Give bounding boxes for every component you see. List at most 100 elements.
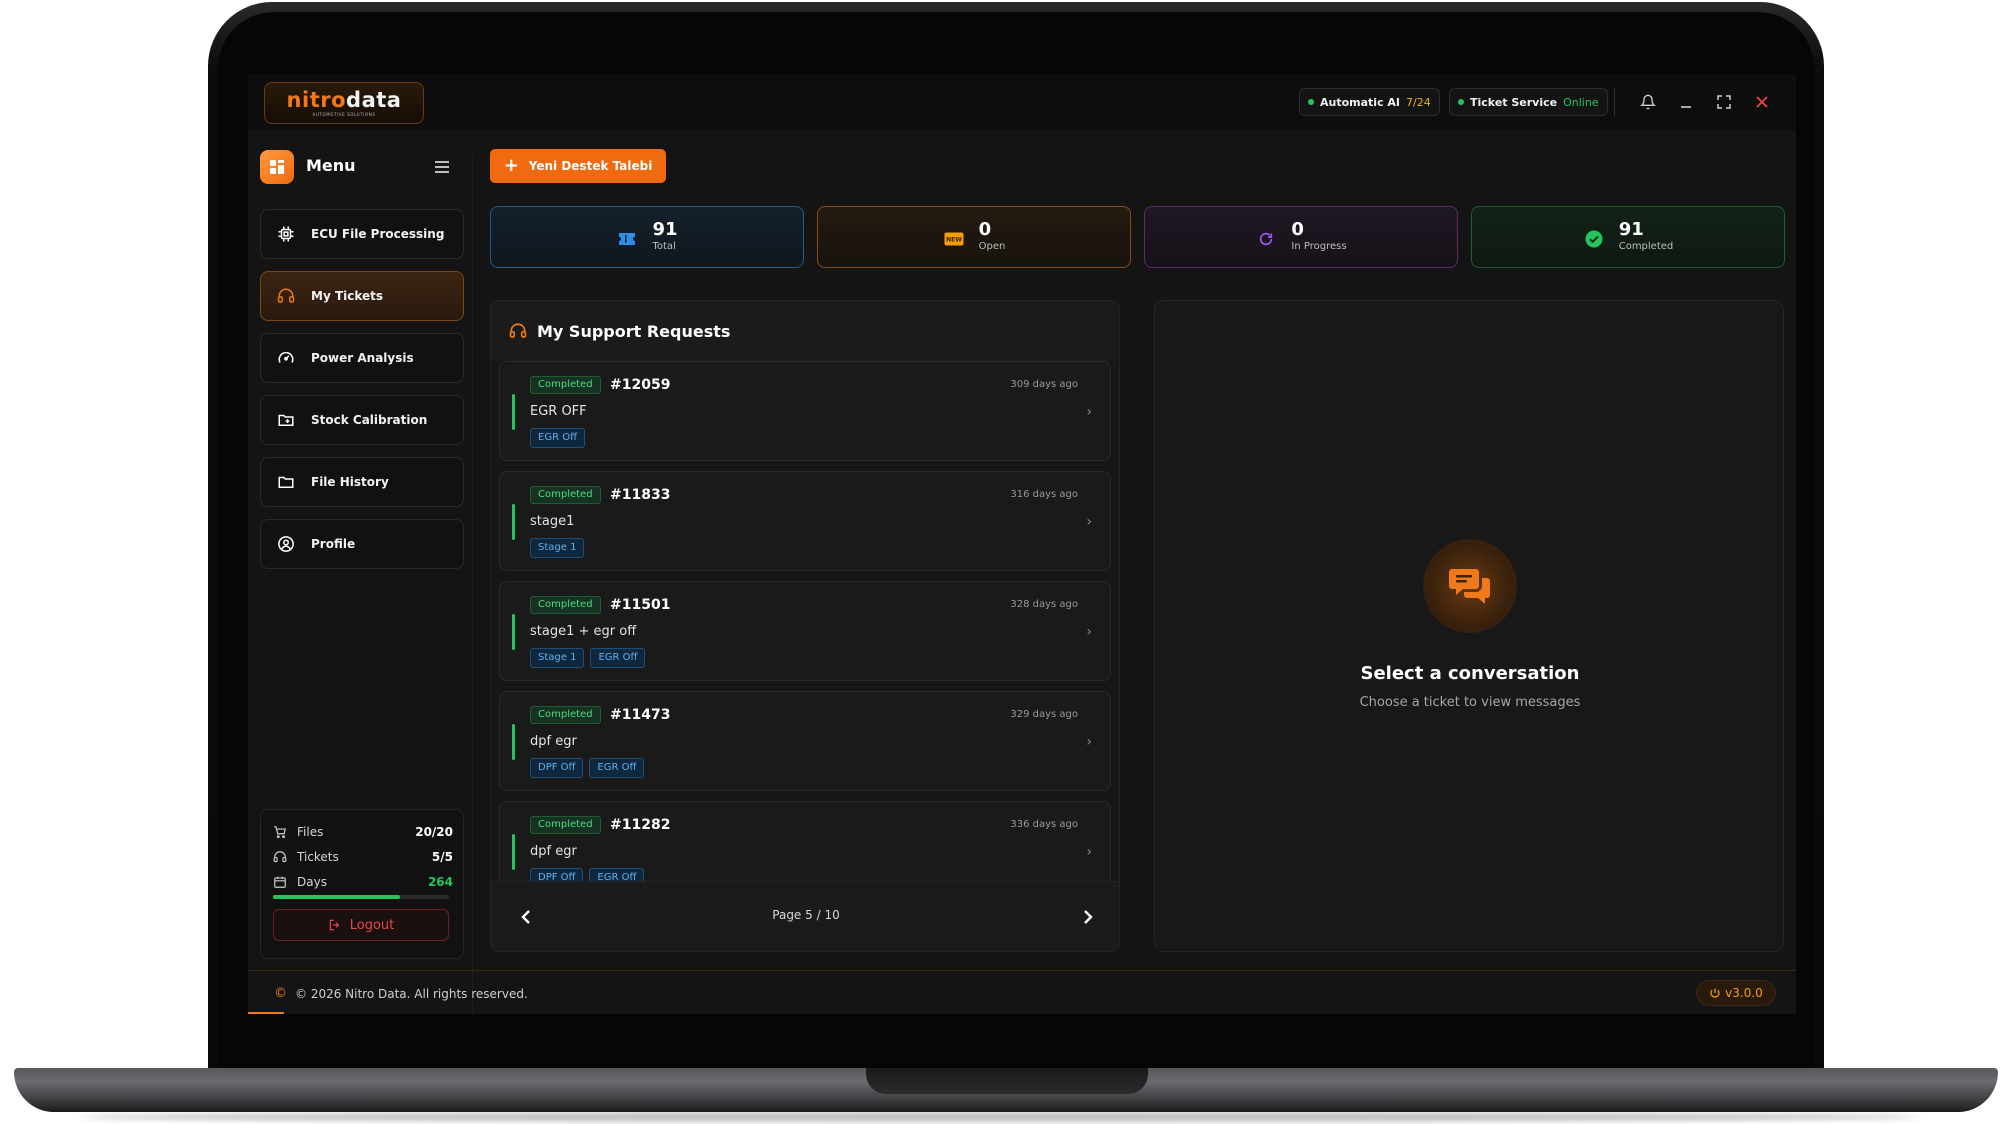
bell-icon[interactable] bbox=[1636, 90, 1660, 114]
ticket-tags: EGR Off bbox=[530, 428, 585, 448]
tickets-label: Tickets bbox=[297, 850, 339, 864]
files-label: Files bbox=[297, 825, 324, 839]
ticket-age: 336 days ago bbox=[1010, 819, 1078, 830]
ticket-title: dpf egr bbox=[530, 734, 577, 749]
sidebar-item-power-analysis[interactable]: Power Analysis bbox=[260, 333, 464, 383]
chevron-right-icon: › bbox=[1086, 404, 1092, 420]
sidebar-divider bbox=[472, 154, 473, 1014]
service-status-value: Online bbox=[1563, 95, 1599, 109]
copyright-icon: © bbox=[274, 986, 287, 1001]
status-badge: Completed bbox=[530, 596, 601, 614]
headset-icon bbox=[509, 323, 527, 338]
ticket-tags: DPF Off EGR Off bbox=[530, 868, 645, 881]
plus-icon: + bbox=[503, 155, 519, 176]
maximize-icon[interactable] bbox=[1712, 90, 1736, 114]
footer-divider bbox=[248, 970, 1796, 971]
ticket-title: EGR OFF bbox=[530, 404, 587, 419]
new-support-request-button[interactable]: + Yeni Destek Talebi bbox=[490, 149, 666, 183]
cart-icon bbox=[273, 825, 291, 839]
ticket-age: 316 days ago bbox=[1010, 489, 1078, 500]
stat-card-total: 91 Total bbox=[490, 206, 804, 268]
files-value: 20/20 bbox=[415, 825, 453, 839]
ticket-title: dpf egr bbox=[530, 844, 577, 859]
gauge-icon bbox=[275, 347, 297, 369]
days-progress-bar bbox=[273, 895, 449, 899]
power-icon bbox=[1710, 988, 1720, 998]
files-stat: Files 20/20 bbox=[273, 822, 453, 842]
status-indicator bbox=[512, 614, 515, 650]
logout-button[interactable]: Logout bbox=[273, 909, 449, 941]
ticket-age: 328 days ago bbox=[1010, 599, 1078, 610]
sidebar-header: Menu bbox=[260, 146, 456, 186]
ticket-tags: Stage 1 EGR Off bbox=[530, 648, 646, 668]
ai-status-label: Automatic AI bbox=[1320, 95, 1401, 109]
status-indicator bbox=[512, 394, 515, 430]
automatic-ai-status: Automatic AI 7/24 bbox=[1299, 88, 1440, 116]
support-requests-header: My Support Requests bbox=[491, 301, 1119, 361]
ticket-tags: Stage 1 bbox=[530, 538, 585, 558]
sidebar-item-label: Stock Calibration bbox=[311, 413, 428, 427]
ticket-title: stage1 bbox=[530, 514, 575, 529]
app-window: nitrodata AUTOMOTIVE SOLUTIONS Automatic… bbox=[248, 74, 1796, 1014]
footer-accent bbox=[248, 1012, 284, 1014]
minimize-icon[interactable] bbox=[1674, 90, 1698, 114]
ticket-item[interactable]: Completed #11473 329 days ago dpf egr DP… bbox=[499, 691, 1111, 791]
ticket-tag: EGR Off bbox=[589, 868, 645, 881]
ticket-tags: DPF Off EGR Off bbox=[530, 758, 645, 778]
ticket-tag: EGR Off bbox=[589, 758, 645, 778]
status-indicator bbox=[512, 724, 515, 760]
topbar-divider bbox=[1614, 88, 1615, 116]
sidebar-item-label: Power Analysis bbox=[311, 351, 414, 365]
status-indicator bbox=[512, 504, 515, 540]
service-status-label: Ticket Service bbox=[1470, 95, 1558, 109]
close-icon[interactable] bbox=[1750, 90, 1774, 114]
status-badge: Completed bbox=[530, 376, 601, 394]
sidebar-item-ecu-file-processing[interactable]: ECU File Processing bbox=[260, 209, 464, 259]
sidebar-item-my-tickets[interactable]: My Tickets bbox=[260, 271, 464, 321]
ticket-id: #11473 bbox=[610, 707, 671, 723]
chevron-right-icon[interactable] bbox=[1077, 906, 1099, 928]
sidebar-title: Menu bbox=[306, 156, 356, 175]
ticket-item[interactable]: Completed #11501 328 days ago stage1 + e… bbox=[499, 581, 1111, 681]
ticket-age: 329 days ago bbox=[1010, 709, 1078, 720]
ticket-service-status: Ticket Service Online bbox=[1449, 88, 1608, 116]
status-indicator bbox=[512, 834, 515, 870]
chevron-right-icon: › bbox=[1086, 844, 1092, 860]
check-circle-icon bbox=[1583, 228, 1605, 250]
ticket-item[interactable]: Completed #12059 309 days ago EGR OFF EG… bbox=[499, 361, 1111, 461]
headset-icon bbox=[273, 850, 291, 864]
new-badge-icon: NEW bbox=[943, 228, 965, 250]
conversation-title: Select a conversation bbox=[1360, 663, 1580, 684]
days-value: 264 bbox=[427, 875, 453, 889]
usage-stats: Files 20/20 Tickets 5/5 Days 264 Logout bbox=[260, 809, 464, 959]
ticket-icon bbox=[616, 228, 638, 250]
sidebar-item-file-history[interactable]: File History bbox=[260, 457, 464, 507]
conversation-subtitle: Choose a ticket to view messages bbox=[1359, 695, 1581, 710]
ticket-item[interactable]: Completed #11282 336 days ago dpf egr DP… bbox=[499, 801, 1111, 881]
status-dot-icon bbox=[1458, 99, 1464, 105]
dashboard-icon bbox=[260, 150, 294, 184]
ticket-id: #11282 bbox=[610, 817, 671, 833]
calendar-icon bbox=[273, 875, 291, 889]
stat-card-open: NEW 0 Open bbox=[817, 206, 1131, 268]
ticket-id: #12059 bbox=[610, 377, 671, 393]
status-badge: Completed bbox=[530, 816, 601, 834]
ticket-tag: Stage 1 bbox=[530, 538, 585, 558]
ticket-item[interactable]: Completed #11833 316 days ago stage1 Sta… bbox=[499, 471, 1111, 571]
page-indicator: Page 5 / 10 bbox=[772, 908, 840, 922]
ticket-list[interactable]: Completed #12059 309 days ago EGR OFF EG… bbox=[491, 361, 1119, 881]
ticket-id: #11501 bbox=[610, 597, 671, 613]
ticket-title: stage1 + egr off bbox=[530, 624, 637, 639]
support-requests-panel: My Support Requests Completed #12059 309… bbox=[490, 300, 1120, 952]
stat-completed-value: 91 bbox=[1618, 219, 1644, 240]
chat-bubbles-icon bbox=[1423, 539, 1517, 633]
sidebar-item-profile[interactable]: Profile bbox=[260, 519, 464, 569]
sidebar-item-label: My Tickets bbox=[311, 289, 384, 303]
sidebar-item-stock-calibration[interactable]: Stock Calibration bbox=[260, 395, 464, 445]
stat-card-completed: 91 Completed bbox=[1471, 206, 1785, 268]
logo-wordmark: nitrodata bbox=[286, 87, 402, 112]
hamburger-icon[interactable] bbox=[430, 156, 454, 178]
refresh-icon bbox=[1255, 228, 1277, 250]
pagination: Page 5 / 10 bbox=[491, 881, 1119, 951]
stat-total-value: 91 bbox=[652, 219, 678, 240]
